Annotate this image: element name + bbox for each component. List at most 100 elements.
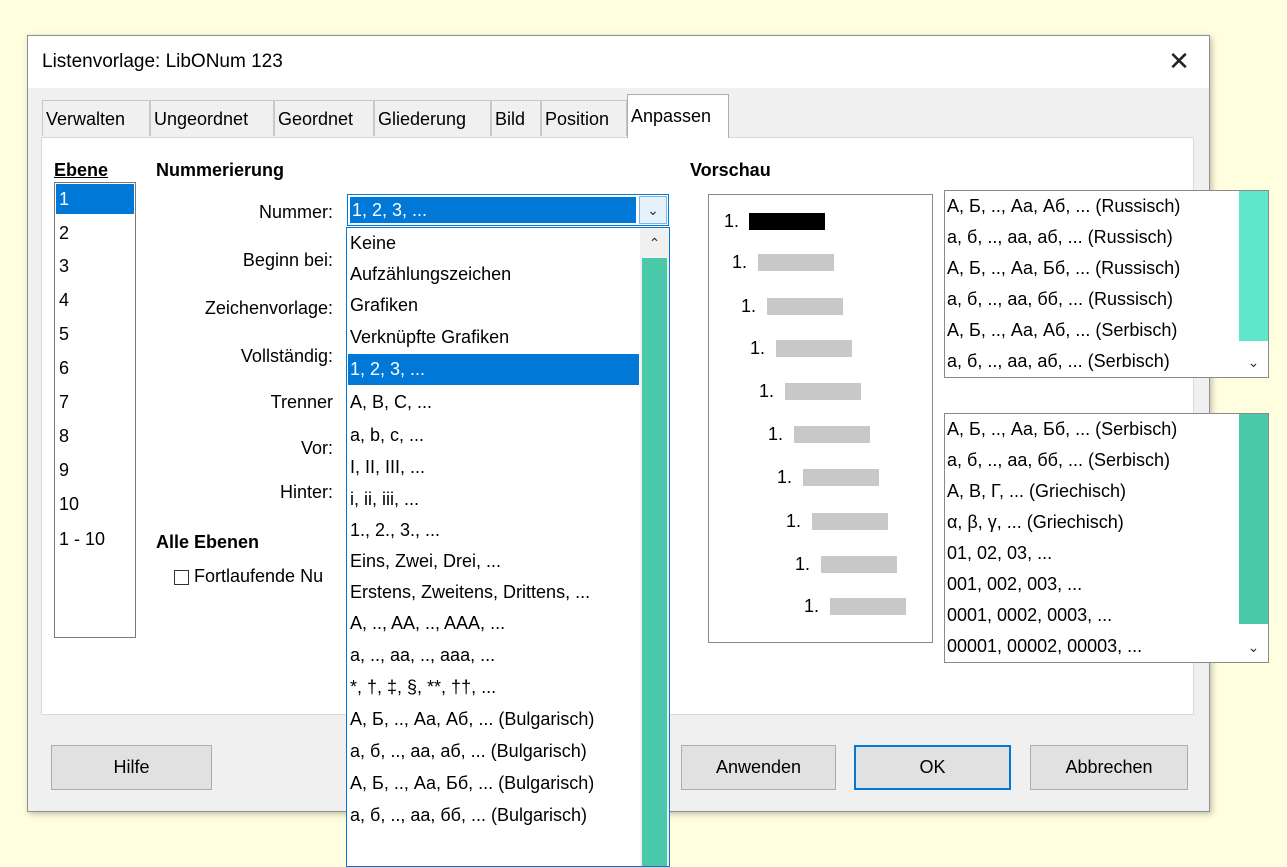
fortlaufend-label: Fortlaufende Nu bbox=[194, 566, 324, 586]
combo-value: 1, 2, 3, ... bbox=[350, 197, 636, 223]
tab-gliederung[interactable]: Gliederung bbox=[374, 100, 491, 136]
dropdown-option[interactable]: a, .., aa, .., aaa, ... bbox=[348, 640, 639, 671]
preview-bar bbox=[830, 598, 906, 615]
level-item[interactable]: 2 bbox=[56, 218, 134, 248]
zeichenvorlage-label: Zeichenvorlage: bbox=[204, 298, 333, 318]
ebene-header: Ebene bbox=[54, 160, 109, 180]
dropdown-scroll-thumb[interactable] bbox=[642, 258, 667, 866]
dropdown-option[interactable]: Eins, Zwei, Drei, ... bbox=[348, 546, 639, 577]
dropdown-option[interactable]: Verknüpfte Grafiken bbox=[348, 322, 639, 353]
dropdown-option[interactable]: Grafiken bbox=[348, 290, 639, 321]
preview-number: 1. bbox=[741, 296, 757, 316]
dropdown-option[interactable]: i, ii, iii, ... bbox=[348, 484, 639, 515]
vollstaendig-label: Vollständig: bbox=[240, 346, 333, 366]
dropdown-option[interactable]: A, B, C, ... bbox=[348, 387, 639, 418]
format-item[interactable]: α, β, γ, ... (Griechisch) bbox=[946, 507, 1124, 538]
level-item[interactable]: 5 bbox=[56, 319, 134, 349]
chevron-down-icon[interactable]: ⌄ bbox=[639, 196, 667, 224]
close-icon[interactable]: ✕ bbox=[1149, 36, 1209, 88]
list-scroll-thumb[interactable] bbox=[1239, 191, 1268, 341]
chevron-down-icon[interactable]: ⌄ bbox=[1239, 349, 1268, 375]
preview-bar bbox=[767, 298, 843, 315]
format-item[interactable]: а, б, .., аа, бб, ... (Russisch) bbox=[946, 284, 1173, 315]
format-item[interactable]: Α, Β, Γ, ... (Griechisch) bbox=[946, 476, 1126, 507]
level-item[interactable]: 9 bbox=[56, 455, 134, 485]
format-item[interactable]: а, б, .., аа, аб, ... (Serbisch) bbox=[946, 346, 1170, 377]
tab-verwalten[interactable]: Verwalten bbox=[42, 100, 150, 136]
help-button[interactable]: Hilfe bbox=[51, 745, 212, 790]
dropdown-option[interactable]: A, .., AA, .., AAA, ... bbox=[348, 608, 639, 639]
format-item[interactable]: 00001, 00002, 00003, ... bbox=[946, 631, 1142, 662]
preview-bar bbox=[758, 254, 834, 271]
hinter-label: Hinter: bbox=[279, 482, 333, 502]
format-item[interactable]: А, Б, .., Аа, Бб, ... (Serbisch) bbox=[946, 414, 1177, 445]
alle-ebenen-header: Alle Ebenen bbox=[156, 532, 260, 552]
preview-number: 1. bbox=[768, 424, 784, 444]
format-item[interactable]: А, Б, .., Аа, Аб, ... (Russisch) bbox=[946, 191, 1180, 222]
preview-number: 1. bbox=[777, 467, 793, 487]
preview-number: 1. bbox=[759, 381, 775, 401]
tab-geordnet[interactable]: Geordnet bbox=[274, 100, 374, 136]
format-item[interactable]: А, Б, .., Аа, Бб, ... (Russisch) bbox=[946, 253, 1180, 284]
format-item[interactable]: а, б, .., аа, аб, ... (Russisch) bbox=[946, 222, 1173, 253]
preview-bar bbox=[794, 426, 870, 443]
preview-box: 1. 1. 1. 1. 1. 1. 1. 1. 1. 1. bbox=[708, 194, 933, 643]
tab-ungeordnet[interactable]: Ungeordnet bbox=[150, 100, 274, 136]
number-format-combo[interactable]: 1, 2, 3, ... ⌄ bbox=[347, 194, 669, 226]
preview-bar bbox=[821, 556, 897, 573]
tab-bild[interactable]: Bild bbox=[491, 100, 541, 136]
chevron-up-icon[interactable]: ⌃ bbox=[640, 230, 669, 256]
preview-number: 1. bbox=[804, 596, 820, 616]
dropdown-option[interactable]: I, II, III, ... bbox=[348, 452, 639, 483]
nummer-label: Nummer: bbox=[258, 202, 333, 222]
dropdown-option[interactable]: a, b, c, ... bbox=[348, 420, 639, 451]
ok-button[interactable]: OK bbox=[854, 745, 1011, 790]
dropdown-option[interactable]: *, †, ‡, §, **, ††, ... bbox=[348, 672, 639, 703]
dropdown-option[interactable]: Keine bbox=[348, 228, 639, 259]
level-item[interactable]: 1 bbox=[56, 184, 134, 214]
dropdown-option[interactable]: а, б, .., аа, бб, ... (Bulgarisch) bbox=[348, 800, 639, 831]
preview-number: 1. bbox=[750, 338, 766, 358]
beginn-label: Beginn bei: bbox=[242, 250, 333, 270]
format-item[interactable]: 0001, 0002, 0003, ... bbox=[946, 600, 1112, 631]
tab-anpassen[interactable]: Anpassen bbox=[627, 94, 729, 138]
preview-bar bbox=[776, 340, 852, 357]
format-item[interactable]: 01, 02, 03, ... bbox=[946, 538, 1052, 569]
level-item[interactable]: 4 bbox=[56, 285, 134, 315]
dropdown-option[interactable]: а, б, .., аа, аб, ... (Bulgarisch) bbox=[348, 736, 639, 767]
apply-button[interactable]: Anwenden bbox=[681, 745, 836, 790]
preview-header: Vorschau bbox=[690, 160, 771, 180]
format-item[interactable]: А, Б, .., Аа, Аб, ... (Serbisch) bbox=[946, 315, 1177, 346]
fortlaufend-checkbox[interactable] bbox=[174, 570, 189, 585]
format-list-bottom[interactable]: А, Б, .., Аа, Бб, ... (Serbisch) а, б, .… bbox=[944, 413, 1269, 663]
level-item[interactable]: 3 bbox=[56, 251, 134, 281]
trenner-label: Trenner bbox=[270, 392, 333, 412]
level-item[interactable]: 7 bbox=[56, 387, 134, 417]
chevron-down-icon[interactable]: ⌄ bbox=[1239, 634, 1268, 660]
preview-bar bbox=[812, 513, 888, 530]
title-bar: Listenvorlage: LibONum 123 ✕ bbox=[28, 36, 1209, 88]
format-list-top[interactable]: А, Б, .., Аа, Аб, ... (Russisch) а, б, .… bbox=[944, 190, 1269, 378]
dropdown-option[interactable]: А, Б, .., Аа, Бб, ... (Bulgarisch) bbox=[348, 768, 639, 799]
preview-number: 1. bbox=[724, 211, 740, 231]
dropdown-option[interactable]: 1., 2., 3., ... bbox=[348, 515, 639, 546]
vor-label: Vor: bbox=[300, 438, 333, 458]
format-item[interactable]: а, б, .., аа, бб, ... (Serbisch) bbox=[946, 445, 1170, 476]
level-item[interactable]: 8 bbox=[56, 421, 134, 451]
format-item[interactable]: 001, 002, 003, ... bbox=[946, 569, 1082, 600]
dropdown-option-selected[interactable]: 1, 2, 3, ... bbox=[348, 354, 639, 385]
level-list[interactable]: 1 2 3 4 5 6 7 8 9 10 1 - 10 bbox=[54, 182, 136, 638]
dropdown-option[interactable]: А, Б, .., Аа, Аб, ... (Bulgarisch) bbox=[348, 704, 639, 735]
level-item[interactable]: 10 bbox=[56, 489, 134, 519]
cancel-button[interactable]: Abbrechen bbox=[1030, 745, 1188, 790]
list-scroll-thumb[interactable] bbox=[1239, 414, 1268, 624]
dropdown-option[interactable]: Aufzählungszeichen bbox=[348, 259, 639, 290]
number-format-dropdown[interactable]: Keine Aufzählungszeichen Grafiken Verknü… bbox=[346, 227, 670, 867]
level-item[interactable]: 1 - 10 bbox=[56, 524, 134, 554]
level-item[interactable]: 6 bbox=[56, 353, 134, 383]
dropdown-option[interactable]: Erstens, Zweitens, Drittens, ... bbox=[348, 577, 639, 608]
preview-number: 1. bbox=[732, 252, 748, 272]
numbering-header: Nummerierung bbox=[156, 160, 285, 180]
tab-position[interactable]: Position bbox=[541, 100, 627, 136]
preview-bar bbox=[785, 383, 861, 400]
